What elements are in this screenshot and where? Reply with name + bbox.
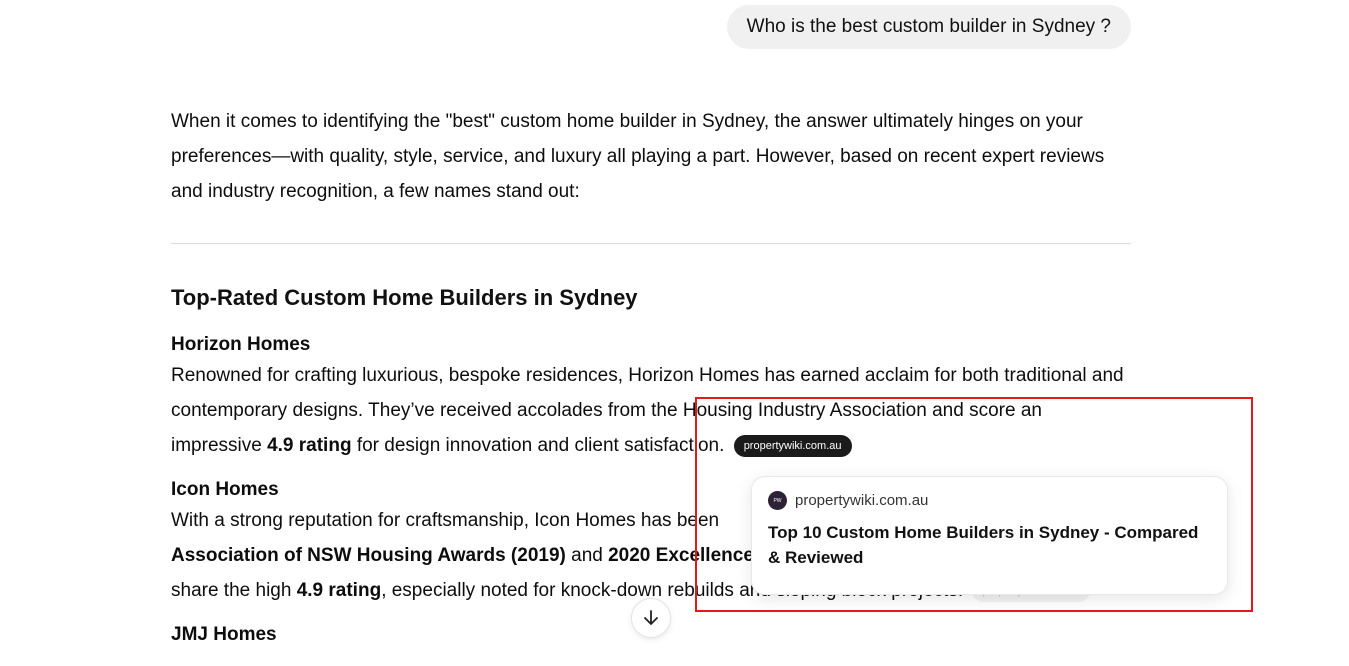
builder-desc-horizon: Renowned for crafting luxurious, bespoke… xyxy=(171,358,1131,463)
user-message-bubble: Who is the best custom builder in Sydney… xyxy=(726,5,1131,49)
section-heading: Top-Rated Custom Home Builders in Sydney xyxy=(171,285,638,310)
desc-text: and xyxy=(565,545,609,566)
desc-bold: 4.9 rating xyxy=(296,580,382,601)
citation-chip[interactable]: propertywiki.com.au xyxy=(733,435,852,457)
desc-bold: 2020 Excellence xyxy=(608,545,754,566)
popup-title-link[interactable]: Top 10 Custom Home Builders in Sydney - … xyxy=(768,520,1211,570)
answer-intro: When it comes to identifying the "best" … xyxy=(171,111,1105,202)
citation-popup[interactable]: PW propertywiki.com.au Top 10 Custom Hom… xyxy=(751,476,1228,595)
popup-source-domain: propertywiki.com.au xyxy=(795,492,929,509)
desc-bold: 4.9 rating xyxy=(267,435,352,456)
desc-text: for design innovation and client satisfa… xyxy=(351,435,725,456)
desc-text: share the high xyxy=(171,580,297,601)
site-favicon-icon: PW xyxy=(768,491,787,510)
section-divider xyxy=(171,243,1131,244)
desc-bold: Association of NSW Housing Awards (2019) xyxy=(171,545,566,566)
user-message-text: Who is the best custom builder in Sydney… xyxy=(746,16,1111,37)
popup-source: PW propertywiki.com.au xyxy=(768,491,1211,510)
scroll-down-button[interactable] xyxy=(631,598,671,638)
desc-text: With a strong reputation for craftsmansh… xyxy=(171,510,720,531)
arrow-down-icon xyxy=(644,610,658,625)
builder-name-horizon: Horizon Homes xyxy=(171,334,311,355)
